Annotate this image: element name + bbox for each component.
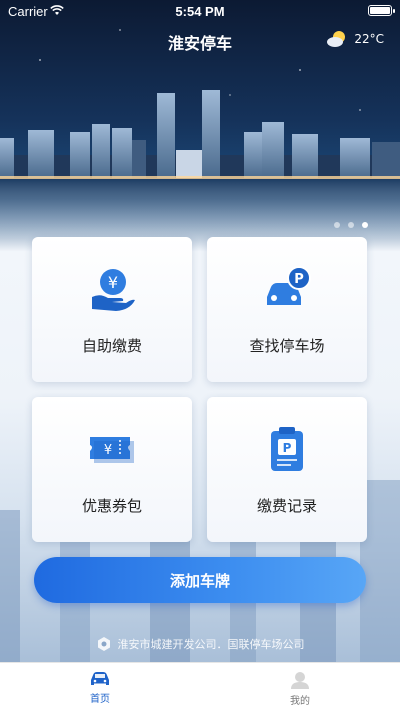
- car-parking-icon: P: [267, 266, 311, 305]
- coupon-wallet-card[interactable]: ¥ 优惠券包: [32, 397, 192, 542]
- weather-temp: 22°C: [354, 32, 384, 46]
- payment-records-label: 缴费记录: [256, 497, 317, 515]
- parking-clipboard-icon: P: [271, 427, 303, 471]
- svg-text:¥: ¥: [108, 273, 118, 292]
- self-payment-label: 自助缴费: [81, 337, 142, 355]
- svg-text:P: P: [283, 441, 292, 455]
- add-plate-button[interactable]: 添加车牌: [34, 557, 366, 603]
- tab-home-label: 首页: [90, 694, 110, 705]
- svg-text:¥: ¥: [104, 443, 112, 458]
- partly-cloudy-icon: [327, 31, 346, 47]
- clock: 5:54 PM: [175, 4, 225, 19]
- tab-bar: 首页 我的: [0, 662, 400, 710]
- company-logo-icon: [97, 637, 110, 651]
- find-parking-label: 查找停车场: [249, 337, 325, 355]
- user-icon: [291, 672, 309, 689]
- footer-note: 淮安市城建开发公司．国联停车场公司: [0, 636, 400, 652]
- svg-text:P: P: [294, 272, 304, 287]
- coupon-wallet-label: 优惠券包: [81, 497, 142, 515]
- yen-hand-icon: ¥: [92, 269, 135, 311]
- self-payment-card[interactable]: ¥ 自助缴费: [32, 237, 192, 382]
- coupon-ticket-icon: ¥: [90, 437, 134, 463]
- status-bar: Carrier 5:54 PM: [0, 0, 400, 22]
- footer-note-text: 淮安市城建开发公司．国联停车场公司: [117, 638, 305, 651]
- payment-records-card[interactable]: P 缴费记录: [207, 397, 367, 542]
- weather-widget: 22°C: [325, 30, 384, 48]
- find-parking-card[interactable]: P 查找停车场: [207, 237, 367, 382]
- tab-home[interactable]: 首页: [0, 663, 200, 710]
- tab-mine[interactable]: 我的: [200, 663, 400, 710]
- carousel-dot[interactable]: [348, 222, 354, 228]
- battery-icon: [368, 5, 395, 16]
- carousel-dot-active[interactable]: [362, 222, 368, 228]
- carousel-indicator[interactable]: [334, 222, 368, 228]
- tab-mine-label: 我的: [290, 696, 310, 707]
- city-skyline-image: [0, 90, 400, 239]
- car-icon: [91, 672, 109, 685]
- carousel-dot[interactable]: [334, 222, 340, 228]
